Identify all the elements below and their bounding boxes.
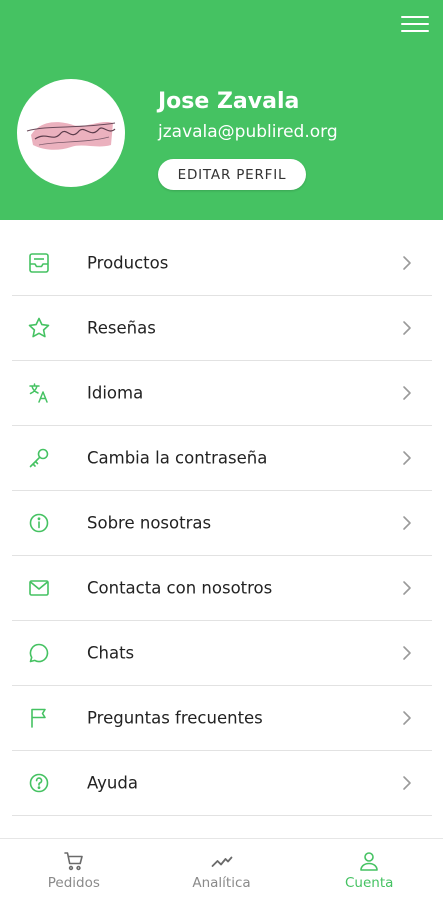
nav-item-analitica[interactable]: Analítica xyxy=(148,839,296,900)
chevron-right-icon xyxy=(403,516,411,530)
menu-item-cambia-contrasena[interactable]: Cambia la contraseña xyxy=(12,426,432,491)
menu-item-ayuda[interactable]: Ayuda xyxy=(12,751,432,816)
inbox-tray-icon xyxy=(27,251,51,275)
chevron-right-icon xyxy=(403,581,411,595)
chevron-right-icon xyxy=(403,711,411,725)
nav-label: Analítica xyxy=(192,875,251,891)
menu-item-label: Reseñas xyxy=(87,318,156,338)
user-name: Jose Zavala xyxy=(158,89,300,114)
menu-item-resenas[interactable]: Reseñas xyxy=(12,296,432,361)
menu-item-label: Idioma xyxy=(87,383,144,403)
bottom-navigation: Pedidos Analítica Cuenta xyxy=(0,838,443,900)
menu-item-contacta[interactable]: Contacta con nosotros xyxy=(12,556,432,621)
menu-item-idioma[interactable]: Idioma xyxy=(12,361,432,426)
star-icon xyxy=(27,316,51,340)
menu-item-label: Productos xyxy=(87,253,169,273)
chat-bubble-icon xyxy=(27,641,51,665)
nav-item-pedidos[interactable]: Pedidos xyxy=(0,839,148,900)
chevron-right-icon xyxy=(403,321,411,335)
user-email: jzavala@publired.org xyxy=(158,122,338,142)
edit-profile-button[interactable]: EDITAR PERFIL xyxy=(158,159,306,190)
menu-item-sobre-nosotras[interactable]: Sobre nosotras xyxy=(12,491,432,556)
info-icon xyxy=(27,511,51,535)
cart-icon xyxy=(64,852,83,871)
translate-icon xyxy=(27,381,51,405)
menu-item-preguntas-frecuentes[interactable]: Preguntas frecuentes xyxy=(12,686,432,751)
menu-item-label: Preguntas frecuentes xyxy=(87,708,263,728)
menu-item-label: Sobre nosotras xyxy=(87,513,212,533)
help-circle-icon xyxy=(27,771,51,795)
chevron-right-icon xyxy=(403,451,411,465)
avatar[interactable] xyxy=(17,79,125,187)
chevron-right-icon xyxy=(403,256,411,270)
mail-icon xyxy=(27,576,51,600)
user-icon xyxy=(360,852,378,871)
profile-header: Jose Zavala jzavala@publired.org EDITAR … xyxy=(0,0,443,220)
trend-line-icon xyxy=(211,856,232,867)
key-icon xyxy=(27,446,51,470)
hamburger-menu-icon[interactable] xyxy=(401,14,429,34)
menu-item-label: Chats xyxy=(87,643,135,663)
chevron-right-icon xyxy=(403,646,411,660)
nav-item-cuenta[interactable]: Cuenta xyxy=(295,839,443,900)
account-menu-list: Productos Reseñas Idioma Cambia la contr… xyxy=(12,231,432,816)
flag-icon xyxy=(27,706,51,730)
menu-item-chats[interactable]: Chats xyxy=(12,621,432,686)
nav-label: Pedidos xyxy=(47,875,100,891)
menu-item-productos[interactable]: Productos xyxy=(12,231,432,296)
chevron-right-icon xyxy=(403,386,411,400)
menu-item-label: Ayuda xyxy=(87,773,138,793)
nav-label: Cuenta xyxy=(344,875,394,891)
menu-item-label: Contacta con nosotros xyxy=(87,578,273,598)
brand-logo-image xyxy=(26,122,116,150)
menu-item-label: Cambia la contraseña xyxy=(87,448,268,468)
chevron-right-icon xyxy=(403,776,411,790)
